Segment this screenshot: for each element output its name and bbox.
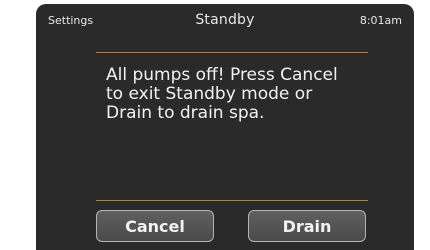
screen: Settings Standby 8:01am All pumps off! P…	[0, 0, 430, 250]
page-title: Standby	[195, 12, 255, 28]
standby-message: All pumps off! Press Cancel to exit Stan…	[106, 65, 338, 123]
clock-time: 8:01am	[359, 14, 402, 27]
drain-button[interactable]: Drain	[248, 210, 366, 242]
top-divider	[96, 52, 368, 53]
bottom-divider	[96, 200, 368, 201]
standby-panel: Settings Standby 8:01am All pumps off! P…	[36, 4, 414, 250]
cancel-button[interactable]: Cancel	[96, 210, 214, 242]
top-bar: Settings Standby 8:01am	[36, 4, 414, 40]
